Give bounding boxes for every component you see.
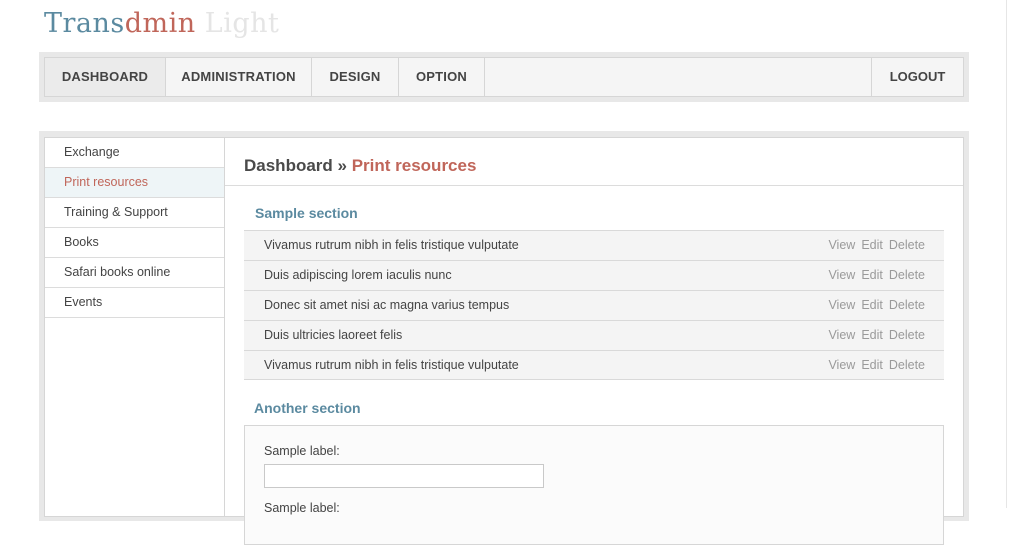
logout-button[interactable]: LOGOUT	[871, 58, 963, 96]
logo-part-trans: Trans	[44, 8, 125, 39]
delete-link[interactable]: Delete	[889, 358, 925, 372]
list-item: Duis adipiscing lorem iaculis nunc View E…	[244, 260, 944, 290]
logo-part-dmin: dmin	[124, 8, 196, 39]
delete-link[interactable]: Delete	[889, 268, 925, 282]
edit-link[interactable]: Edit	[861, 358, 883, 372]
sidebar-item-print-resources[interactable]: Print resources	[45, 168, 224, 198]
sample-label-2: Sample label:	[264, 501, 340, 515]
sidebar-item-safari-books-online[interactable]: Safari books online	[45, 258, 224, 288]
list-item-actions: View Edit Delete	[822, 351, 925, 380]
title-divider	[225, 185, 963, 186]
list-item-actions: View Edit Delete	[822, 261, 925, 290]
nav-dashboard[interactable]: DASHBOARD	[45, 58, 166, 96]
another-section-title: Another section	[254, 400, 361, 416]
sidebar-item-exchange[interactable]: Exchange	[45, 138, 224, 168]
app-logo[interactable]: Transdmin Light	[44, 8, 279, 39]
list-item: Vivamus rutrum nibh in felis tristique v…	[244, 350, 944, 380]
edit-link[interactable]: Edit	[861, 268, 883, 282]
breadcrumb-separator: »	[332, 156, 352, 175]
another-section-form: Sample label: Sample label:	[244, 425, 944, 545]
list-item-title: Duis adipiscing lorem iaculis nunc	[264, 268, 452, 282]
edit-link[interactable]: Edit	[861, 328, 883, 342]
sidebar: Exchange Print resources Training & Supp…	[44, 137, 225, 517]
delete-link[interactable]: Delete	[889, 328, 925, 342]
list-item: Vivamus rutrum nibh in felis tristique v…	[244, 230, 944, 260]
view-link[interactable]: View	[828, 358, 855, 372]
delete-link[interactable]: Delete	[889, 298, 925, 312]
nav-administration[interactable]: ADMINISTRATION	[166, 58, 312, 96]
list-item-title: Vivamus rutrum nibh in felis tristique v…	[264, 238, 519, 252]
list-item-actions: View Edit Delete	[822, 321, 925, 350]
list-item: Duis ultricies laoreet felis View Edit Del…	[244, 320, 944, 350]
delete-link[interactable]: Delete	[889, 238, 925, 252]
logo-part-light: Light	[195, 8, 280, 39]
nav-design[interactable]: DESIGN	[312, 58, 399, 96]
breadcrumb-current: Print resources	[351, 156, 477, 175]
edit-link[interactable]: Edit	[861, 298, 883, 312]
edit-link[interactable]: Edit	[861, 238, 883, 252]
view-link[interactable]: View	[828, 268, 855, 282]
sidebar-item-events[interactable]: Events	[45, 288, 224, 318]
sample-input-1[interactable]	[264, 464, 544, 488]
sample-section-list: Vivamus rutrum nibh in felis tristique v…	[244, 230, 944, 380]
nav-option[interactable]: OPTION	[399, 58, 485, 96]
sample-label-1: Sample label:	[264, 444, 340, 458]
breadcrumb-root[interactable]: Dashboard	[244, 156, 333, 175]
view-link[interactable]: View	[828, 328, 855, 342]
list-item-title: Vivamus rutrum nibh in felis tristique v…	[264, 358, 519, 372]
sample-section-title: Sample section	[255, 205, 358, 221]
view-link[interactable]: View	[828, 298, 855, 312]
page-title: Dashboard » Print resources	[244, 156, 476, 176]
list-item-title: Donec sit amet nisi ac magna varius temp…	[264, 298, 510, 312]
sidebar-item-books[interactable]: Books	[45, 228, 224, 258]
top-nav: DASHBOARD ADMINISTRATION DESIGN OPTION L…	[44, 57, 964, 97]
list-item: Donec sit amet nisi ac magna varius temp…	[244, 290, 944, 320]
list-item-actions: View Edit Delete	[822, 231, 925, 260]
view-link[interactable]: View	[828, 238, 855, 252]
list-item-actions: View Edit Delete	[822, 291, 925, 320]
main-content: Dashboard » Print resources Sample secti…	[225, 137, 964, 545]
list-item-title: Duis ultricies laoreet felis	[264, 328, 403, 342]
sidebar-item-training-support[interactable]: Training & Support	[45, 198, 224, 228]
page-edge-divider	[1006, 0, 1007, 508]
